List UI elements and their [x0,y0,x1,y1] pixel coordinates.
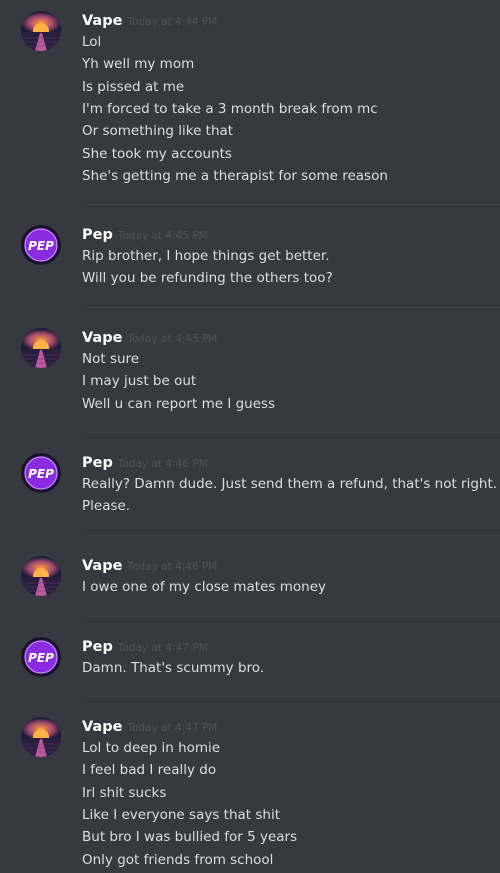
message-header: Vape Today at 4:46 PM [82,555,217,575]
username[interactable]: Vape [82,558,122,574]
message-text: Well u can report me I guess [82,395,276,412]
message-header: Vape Today at 4:47 PM [82,716,217,736]
message-text: Not sure [82,351,140,367]
message-header: Vape Today at 4:44 PM [82,10,217,30]
username[interactable]: Pep [82,639,113,655]
sunset-avatar[interactable] [21,11,61,51]
message-text: Really? Damn dude. Just send them a refu… [82,476,498,492]
message-text: I'm forced to take a 3 month break from … [82,100,378,117]
message-divider [82,535,500,536]
message-text: I may just be out [82,373,197,390]
message-text: Only got friends from school [82,851,274,868]
message-divider [82,307,500,308]
username[interactable]: Vape [82,330,122,346]
message-text: Lol to deep in homie [82,740,221,756]
message-text: Like I everyone says that shit [82,806,280,823]
timestamp: Today at 4:45 PM [117,230,208,242]
message-text: She took my accounts [82,145,232,162]
pep-logo-avatar[interactable]: PEP [21,225,61,265]
message-text: Will you be refunding the others too? [82,270,333,287]
username[interactable]: Vape [82,719,122,735]
timestamp: Today at 4:44 PM [127,16,218,28]
message-text: Is pissed at me [82,78,185,95]
timestamp: Today at 4:45 PM [127,333,218,345]
svg-text:PEP: PEP [28,239,54,253]
pep-logo-avatar[interactable]: PEP [21,453,61,493]
sunset-avatar[interactable] [21,328,61,368]
message-text: I owe one of my close mates money [82,579,326,595]
svg-text:PEP: PEP [28,651,54,665]
pep-logo-avatar[interactable]: PEP [21,637,61,677]
chat-message-list: Vape Today at 4:44 PM Lol Yh well my mom Is … [0,0,500,873]
message-text: Or something like that [82,123,234,140]
message-divider [82,432,500,433]
message-text: I feel bad I really do [82,762,217,779]
message-text: Lol [82,34,102,50]
sunset-avatar[interactable] [21,717,61,757]
message-text: Rip brother, I hope things get better. [82,248,330,264]
message-header: Pep Today at 4:46 PM [82,452,208,472]
timestamp: Today at 4:46 PM [117,458,208,470]
message-divider [82,696,500,697]
timestamp: Today at 4:46 PM [127,561,218,573]
username[interactable]: Vape [82,13,122,29]
message-header: Vape Today at 4:45 PM [82,327,217,347]
message-header: Pep Today at 4:47 PM [82,636,208,656]
timestamp: Today at 4:47 PM [127,722,218,734]
message-text: She's getting me a therapist for some re… [82,167,388,184]
svg-text:PEP: PEP [28,467,54,481]
timestamp: Today at 4:47 PM [117,642,208,654]
message-text: Damn. That's scummy bro. [82,660,265,676]
message-divider [82,204,500,205]
message-divider [82,616,500,617]
message-text: Irl shit sucks [82,784,167,801]
message-text: But bro I was bullied for 5 years [82,829,298,846]
message-header: Pep Today at 4:45 PM [82,224,208,244]
sunset-avatar[interactable] [21,556,61,596]
username[interactable]: Pep [82,455,113,471]
message-text: Yh well my mom [82,56,195,73]
username[interactable]: Pep [82,227,113,243]
message-text: Please. [82,498,131,515]
